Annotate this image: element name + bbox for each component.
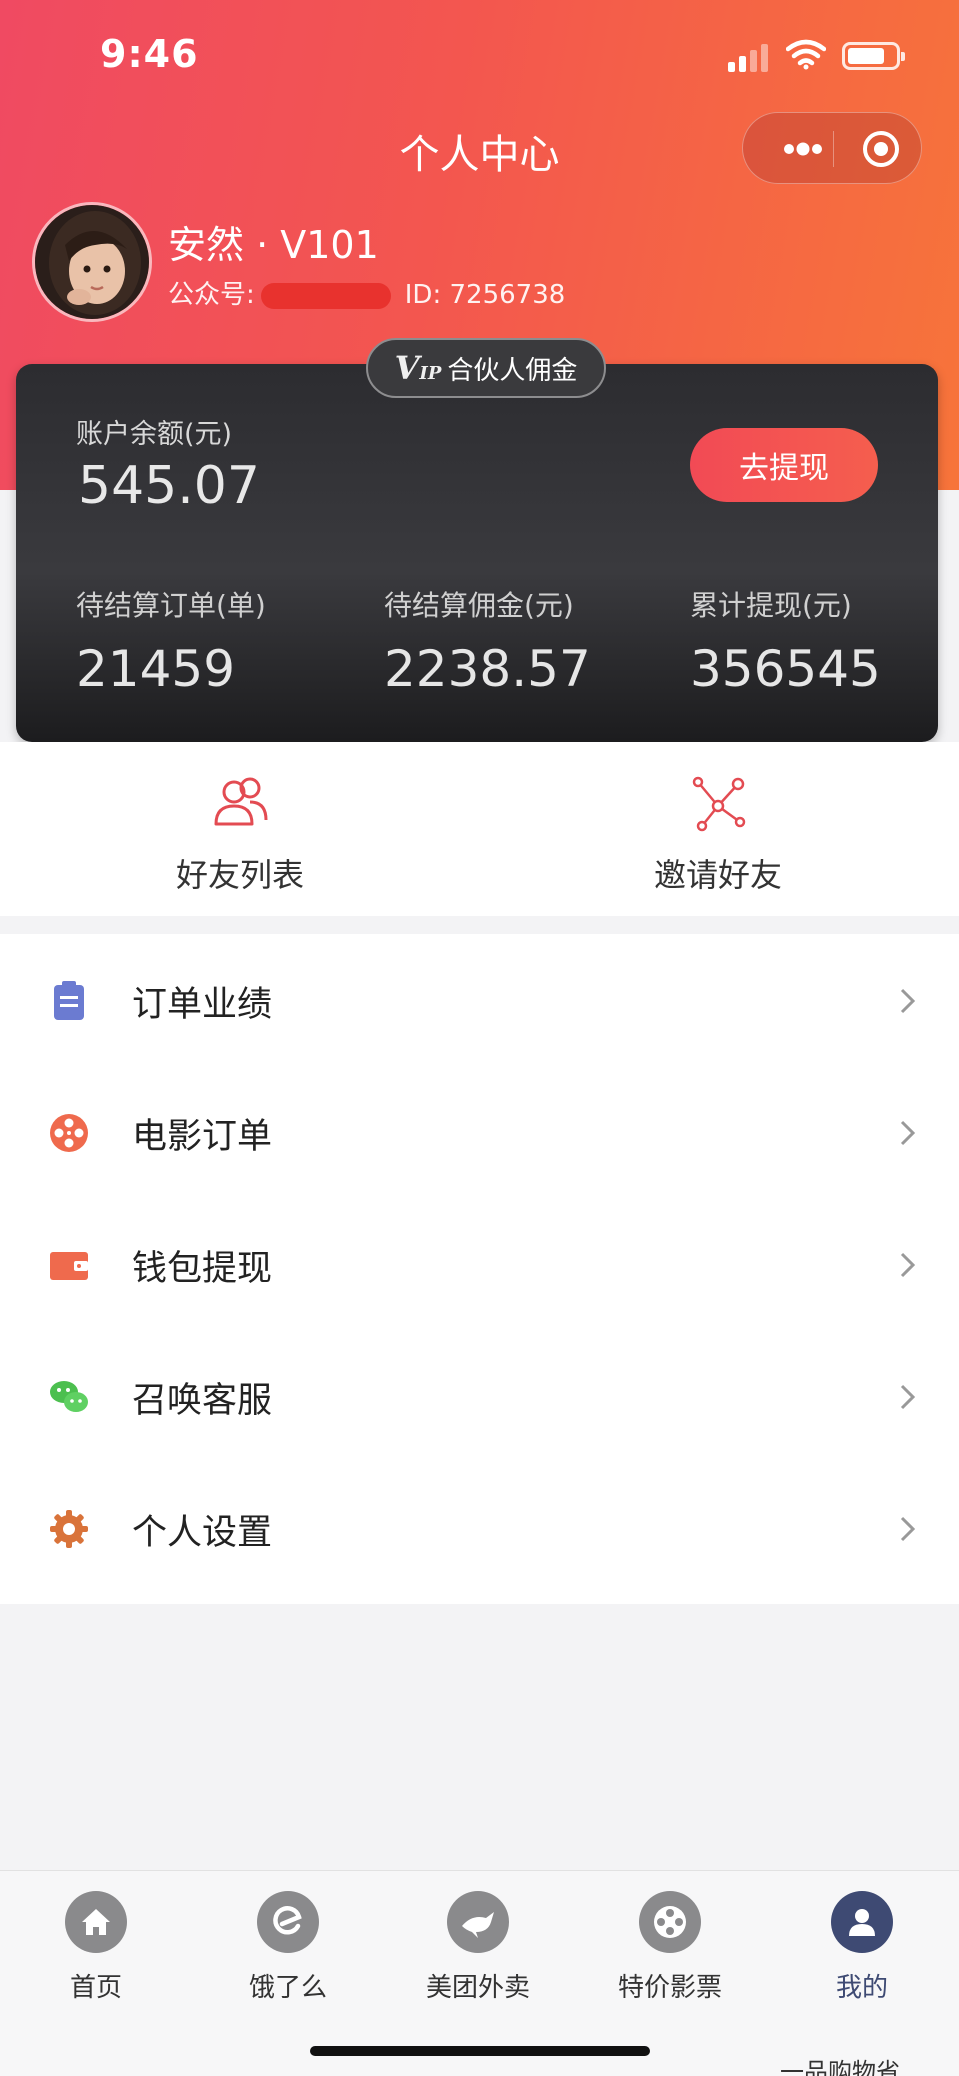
menu-item-customer-service[interactable]: 召唤客服: [0, 1330, 959, 1462]
user-name: 安然 · V101: [168, 223, 379, 267]
friends-icon: [214, 777, 268, 826]
balance-value: 545.07: [78, 456, 260, 516]
redaction-mark: [260, 282, 391, 309]
chevron-right-icon: [900, 1384, 916, 1410]
wifi-icon: [786, 39, 826, 70]
menu-item-wallet-withdraw[interactable]: 钱包提现: [0, 1198, 959, 1330]
tab-eleme[interactable]: 饿了么: [218, 1891, 358, 2004]
home-icon: [65, 1891, 127, 1953]
tab-label: 特价影票: [617, 1973, 722, 2003]
film-reel-icon: [639, 1891, 701, 1953]
wechat-icon: [50, 1381, 88, 1412]
tab-mine[interactable]: 我的: [792, 1891, 932, 2004]
quick-actions: 好友列表 邀请好友: [0, 742, 959, 916]
avatar[interactable]: [32, 202, 152, 322]
menu-list: 订单业绩 电影订单 钱包提现 召唤客服 个人设置: [0, 934, 959, 1604]
tab-movie-tickets[interactable]: 特价影票: [600, 1891, 740, 2004]
wallet-icon: [50, 1252, 88, 1280]
balance-label: 账户余额(元): [76, 419, 233, 450]
film-reel-icon: [50, 1114, 88, 1152]
tab-meituan[interactable]: 美团外卖: [408, 1891, 548, 2004]
official-account-label: 公众号:: [168, 280, 255, 310]
stat-value: 2238.57: [384, 640, 591, 698]
stat-pending-orders: 待结算订单(单) 21459: [76, 584, 336, 698]
signal-icon: [728, 44, 770, 72]
stat-total-withdrawn: 累计提现(元) 356545: [690, 584, 950, 698]
stat-pending-commission: 待结算佣金(元) 2238.57: [384, 584, 644, 698]
friends-list-button[interactable]: 好友列表: [90, 772, 390, 896]
quick-action-label: 好友列表: [175, 856, 304, 894]
invite-network-icon: [692, 776, 746, 832]
chevron-right-icon: [900, 1120, 916, 1146]
tab-label: 我的: [835, 1973, 888, 2003]
chevron-right-icon: [900, 988, 916, 1014]
stat-value: 21459: [76, 640, 236, 698]
stat-label: 累计提现(元): [690, 589, 852, 622]
more-icon[interactable]: [773, 133, 833, 165]
battery-icon: [842, 42, 905, 70]
status-bar: 9:46: [0, 0, 959, 110]
miniprogram-capsule: [742, 112, 922, 184]
vip-icon: VIP: [394, 349, 442, 387]
menu-item-label: 个人设置: [132, 1513, 273, 1553]
eleme-icon: [257, 1891, 319, 1953]
vip-partner-badge: VIP 合伙人佣金: [366, 338, 606, 398]
tab-label: 饿了么: [248, 1973, 327, 2003]
gear-icon: [50, 1510, 88, 1548]
user-id: ID: 7256738: [404, 280, 566, 310]
clipboard-icon: [54, 981, 84, 1020]
withdraw-button[interactable]: 去提现: [690, 428, 878, 502]
invite-friends-button[interactable]: 邀请好友: [568, 772, 868, 896]
status-time: 9:46: [100, 32, 199, 76]
vip-badge-label: 合伙人佣金: [447, 355, 578, 386]
tab-home[interactable]: 首页: [26, 1891, 166, 2004]
menu-item-personal-settings[interactable]: 个人设置: [0, 1462, 959, 1594]
chevron-right-icon: [900, 1516, 916, 1542]
stat-label: 待结算订单(单): [76, 589, 266, 622]
tab-label: 美团外卖: [425, 1973, 530, 2003]
account-info: 公众号: ID: 7256738: [168, 274, 565, 311]
capsule-divider: [833, 131, 834, 167]
home-indicator: [310, 2046, 650, 2056]
menu-item-label: 订单业绩: [132, 985, 273, 1025]
quick-action-label: 邀请好友: [653, 856, 782, 894]
menu-item-order-performance[interactable]: 订单业绩: [0, 934, 959, 1066]
menu-item-label: 召唤客服: [132, 1381, 273, 1421]
menu-item-label: 电影订单: [132, 1117, 273, 1157]
stat-value: 356545: [690, 640, 881, 698]
menu-item-label: 钱包提现: [132, 1249, 273, 1289]
watermark: 一品购物省: [780, 2058, 900, 2076]
chevron-right-icon: [900, 1252, 916, 1278]
close-miniprogram-icon[interactable]: [861, 129, 901, 169]
kangaroo-icon: [447, 1891, 509, 1953]
stat-label: 待结算佣金(元): [384, 589, 574, 622]
user-icon: [831, 1891, 893, 1953]
tab-label: 首页: [69, 1973, 122, 2003]
menu-item-movie-orders[interactable]: 电影订单: [0, 1066, 959, 1198]
